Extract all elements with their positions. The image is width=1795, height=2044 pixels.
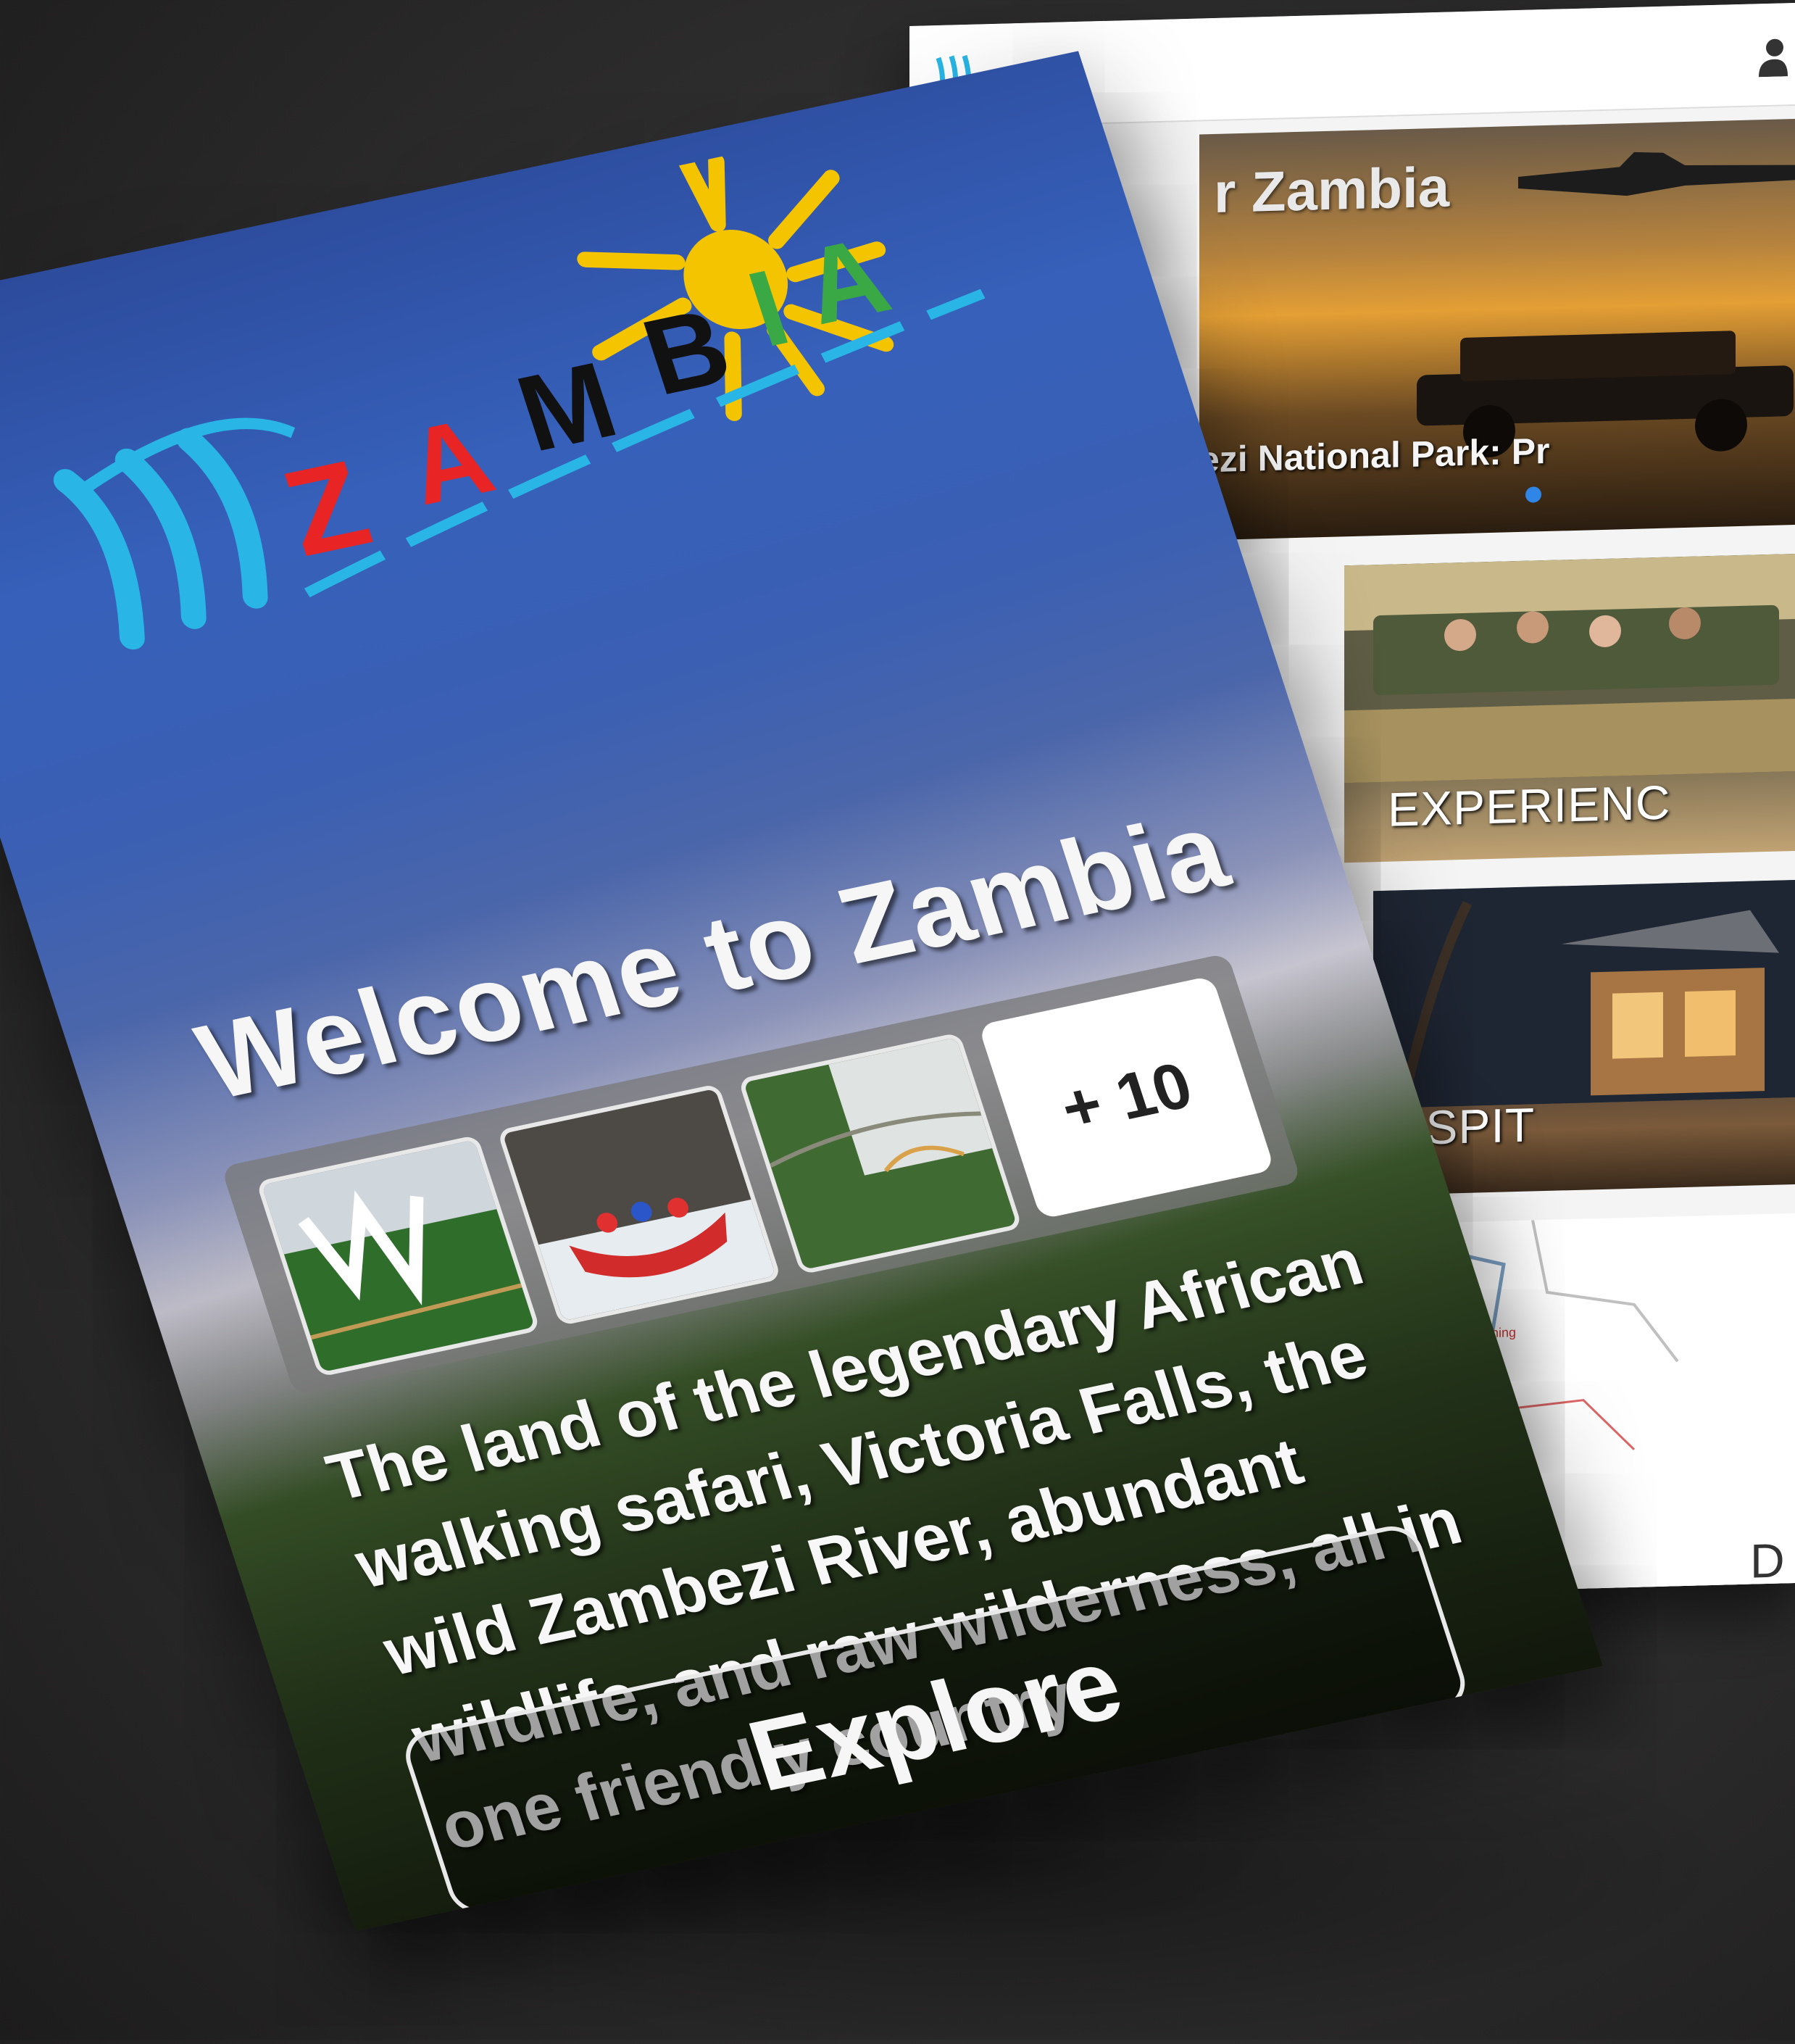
svg-text:M: M (504, 339, 630, 474)
screenshot-scene: r Zambia ezi National Park: Pr EXPERIENC (0, 0, 1795, 2044)
profile-icon[interactable] (1754, 36, 1788, 78)
gorge-photo (743, 1037, 1017, 1270)
gallery-thumb-gorge[interactable] (738, 1032, 1023, 1275)
gallery-thumb-falls[interactable] (256, 1134, 541, 1378)
welcome-screen: Z A M B I A Welcome to Zambia + 10 The l… (0, 51, 1603, 1932)
airplane-silhouette (1518, 151, 1795, 196)
gallery-thumb-rafting[interactable] (496, 1083, 782, 1326)
carousel-indicator-dot[interactable] (1525, 486, 1541, 503)
gallery-more-button[interactable]: + 10 (978, 975, 1275, 1220)
waterfall-photo (261, 1139, 536, 1373)
rafting-photo (502, 1088, 776, 1321)
svg-text:A: A (788, 215, 903, 347)
svg-text:A: A (392, 395, 507, 528)
